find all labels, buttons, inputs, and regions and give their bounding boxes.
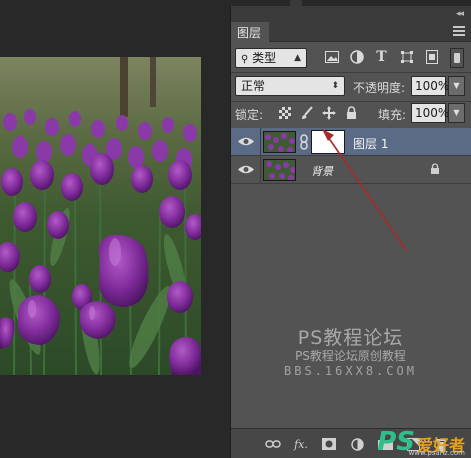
- link-layers-icon[interactable]: [265, 437, 281, 451]
- tulip-photo[interactable]: [0, 57, 201, 375]
- lock-transparent-icon[interactable]: [277, 104, 293, 121]
- lock-icons: [277, 104, 359, 121]
- watermark-subtitle: PS教程论坛原创教程: [295, 349, 406, 363]
- lock-position-move-icon[interactable]: [321, 104, 337, 121]
- blend-mode-select[interactable]: 正常 ⬍: [235, 76, 345, 96]
- tab-layers[interactable]: 图层: [231, 22, 270, 42]
- lock-row: 锁定: 填充: 100% ▼: [231, 99, 471, 129]
- site-logo: PS 爱好者 www.psahz.com: [377, 425, 465, 457]
- chevron-updown-icon: ⬍: [331, 81, 339, 91]
- eye-visibility-icon[interactable]: [237, 136, 255, 147]
- filter-row: ⚲ 类型 ▲ T: [231, 43, 471, 73]
- fx-icon[interactable]: fx.: [293, 437, 309, 451]
- lock-all-icon[interactable]: [343, 104, 359, 121]
- filter-type-value: 类型: [252, 51, 277, 65]
- lock-label: 锁定:: [235, 108, 264, 122]
- layer-row-layer-1[interactable]: 图层 1: [231, 128, 471, 156]
- link-chain-icon[interactable]: [298, 134, 310, 150]
- layer-name[interactable]: 背景: [311, 163, 333, 179]
- blend-row: 正常 ⬍ 不透明度: 100% ▼: [231, 72, 471, 102]
- layers-panel: ◂◂ 图层 ⚲ 类型 ▲ T 正常 ⬍ 不透明度: 100% ▼ 锁定: 填充:…: [230, 6, 471, 458]
- opacity-label: 不透明度:: [353, 81, 406, 95]
- layer-mask-thumbnail[interactable]: [311, 130, 345, 154]
- layer-thumbnail[interactable]: [263, 131, 296, 153]
- opacity-input[interactable]: 100%: [411, 76, 449, 96]
- chevron-down-icon: ▲: [294, 53, 301, 63]
- layer-thumbnail[interactable]: [263, 159, 296, 181]
- filter-type-select[interactable]: ⚲ 类型 ▲: [235, 48, 307, 68]
- filter-icons: T: [323, 48, 440, 65]
- filter-toggle[interactable]: [450, 48, 464, 68]
- search-icon: ⚲: [241, 54, 249, 65]
- lock-icon: [431, 163, 439, 174]
- collapse-panel-icon[interactable]: ◂◂: [456, 9, 464, 19]
- adjustment-filter-icon[interactable]: [348, 48, 365, 65]
- opacity-dropdown[interactable]: ▼: [448, 76, 465, 96]
- lock-pixels-brush-icon[interactable]: [299, 104, 315, 121]
- type-filter-icon[interactable]: T: [373, 48, 390, 65]
- blend-mode-value: 正常: [241, 79, 266, 93]
- layer-name[interactable]: 图层 1: [353, 135, 388, 152]
- eye-visibility-icon[interactable]: [237, 164, 255, 175]
- divider: [260, 156, 261, 184]
- logo-url: www.psahz.com: [408, 449, 465, 457]
- watermark-title: PS教程论坛: [297, 327, 404, 349]
- adjustment-layer-icon[interactable]: [349, 437, 365, 451]
- fill-dropdown[interactable]: ▼: [448, 103, 465, 123]
- divider: [260, 128, 261, 156]
- watermark-url: BBS.16XX8.COM: [284, 364, 417, 378]
- panel-tab-row: 图层: [231, 22, 471, 42]
- fill-input[interactable]: 100%: [411, 103, 449, 123]
- fill-label: 填充:: [378, 108, 407, 122]
- canvas-workspace: [0, 0, 230, 458]
- panel-menu-icon[interactable]: [453, 26, 465, 36]
- pixel-filter-icon[interactable]: [323, 48, 340, 65]
- smart-object-filter-icon[interactable]: [423, 48, 440, 65]
- add-mask-icon[interactable]: [321, 437, 337, 451]
- panel-title-bar: ◂◂: [231, 6, 471, 22]
- layers-list-empty-area: [231, 184, 471, 428]
- layer-row-background[interactable]: 背景: [231, 156, 471, 184]
- shape-filter-icon[interactable]: [398, 48, 415, 65]
